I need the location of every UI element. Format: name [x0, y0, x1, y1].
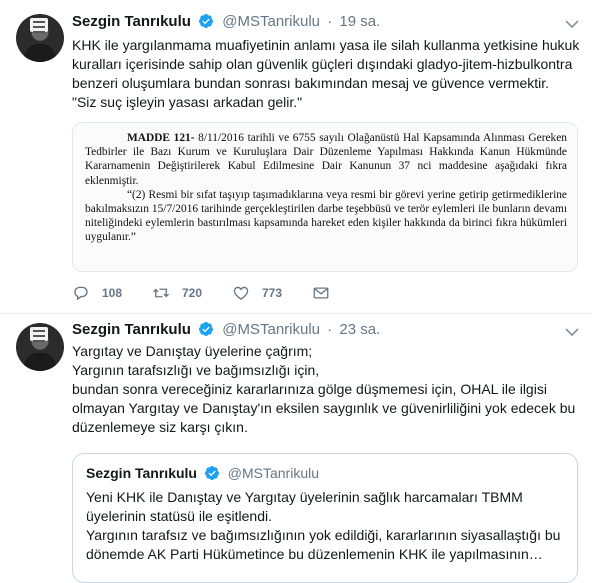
tweet-text: Yargıtay ve Danıştay üyelerine çağrım; Y… — [72, 342, 582, 437]
tweet-text-line: Yargının tarafsızlığı ve bağımsızlığı iç… — [72, 362, 320, 378]
separator: · — [327, 321, 333, 338]
tweet-text-line: olmayan Yargıtay ve Danıştay'ın eksilen … — [72, 400, 576, 416]
tweet-text-line: kuralları içerisinde sahip olan güvenlik… — [72, 56, 573, 72]
tweet-actions: 108 720 773 — [72, 282, 352, 304]
quoted-tweet-header: Sezgin Tanrıkulu @MSTanrikulu — [86, 464, 319, 482]
reply-button[interactable]: 108 — [72, 284, 152, 302]
tweet-text-line: Yargıtay ve Danıştay üyelerine çağrım; — [72, 343, 313, 359]
retweet-button[interactable]: 720 — [152, 284, 232, 302]
tweet-text-line: düzenlemeye siz karşı çıkın. — [72, 419, 248, 435]
author-handle[interactable]: @MSTanrikulu — [222, 13, 320, 30]
author-name[interactable]: Sezgin Tanrıkulu — [72, 13, 191, 30]
quoted-text-line: Yeni KHK ile Danıştay ve Yargıtay üyeler… — [86, 489, 523, 505]
quoted-author-name: Sezgin Tanrıkulu — [86, 465, 197, 481]
quoted-author-handle: @MSTanrikulu — [227, 465, 320, 481]
author-handle[interactable]: @MSTanrikulu — [222, 321, 320, 338]
tweet-text-line: benzeri oluşumlara bundan sonrası bakımı… — [72, 75, 550, 91]
document-paragraph: “(2) Resmi bir sıfat taşıyıp taşımadıkla… — [85, 188, 567, 244]
avatar[interactable] — [16, 323, 64, 371]
chevron-down-icon[interactable] — [564, 326, 580, 338]
avatar[interactable] — [16, 14, 64, 62]
quoted-text-line: Yargının tarafsız ve bağımsızlığının yok… — [86, 527, 561, 543]
retweet-count: 720 — [182, 286, 203, 300]
author-name[interactable]: Sezgin Tanrıkulu — [72, 321, 191, 338]
document-text: MADDE 121- 8/11/2016 tarihli ve 6755 say… — [85, 131, 567, 245]
avatar-sign — [30, 327, 48, 342]
chevron-down-icon[interactable] — [564, 18, 580, 30]
timestamp[interactable]: 19 sa. — [339, 13, 380, 30]
verified-badge-icon — [199, 322, 214, 336]
tweet-header: Sezgin Tanrıkulu @MSTanrikulu · 19 sa. — [72, 12, 380, 32]
verified-badge-icon — [204, 466, 219, 480]
dm-button[interactable] — [312, 284, 352, 302]
separator: · — [327, 13, 333, 30]
envelope-icon — [313, 287, 329, 299]
retweet-icon — [153, 288, 169, 298]
avatar-sign — [30, 18, 48, 33]
like-button[interactable]: 773 — [232, 284, 312, 302]
quoted-tweet-text: Yeni KHK ile Danıştay ve Yargıtay üyeler… — [86, 488, 566, 564]
quoted-text-line: üyelerinin statüsü ile eşitlendi. — [86, 508, 272, 524]
heart-icon — [233, 286, 249, 300]
document-heading: MADDE 121- — [127, 132, 195, 144]
tweet-text: KHK ile yargılanmama muafiyetinin anlamı… — [72, 36, 582, 112]
tweet-text-line: "Siz suç işleyin yasası arkadan gelir." — [72, 94, 303, 110]
tweet-header: Sezgin Tanrıkulu @MSTanrikulu · 23 sa. — [72, 320, 380, 340]
tweet-text-line: KHK ile yargılanmama muafiyetinin anlamı… — [72, 37, 580, 53]
timestamp[interactable]: 23 sa. — [339, 321, 380, 338]
like-count: 773 — [262, 286, 283, 300]
tweet[interactable]: Sezgin Tanrıkulu @MSTanrikulu · 19 sa. K… — [0, 0, 592, 314]
reply-count: 108 — [102, 286, 123, 300]
verified-badge-icon — [199, 14, 214, 28]
quoted-text-line: dönemde AK Parti Hükümetince bu düzenlem… — [86, 546, 543, 562]
tweet[interactable]: Sezgin Tanrıkulu @MSTanrikulu · 23 sa. Y… — [0, 314, 592, 583]
reply-icon — [74, 286, 88, 301]
attached-document-image[interactable]: MADDE 121- 8/11/2016 tarihli ve 6755 say… — [72, 122, 578, 272]
tweet-text-line: bundan sonra vereceğiniz kararlarınıza g… — [72, 381, 547, 397]
